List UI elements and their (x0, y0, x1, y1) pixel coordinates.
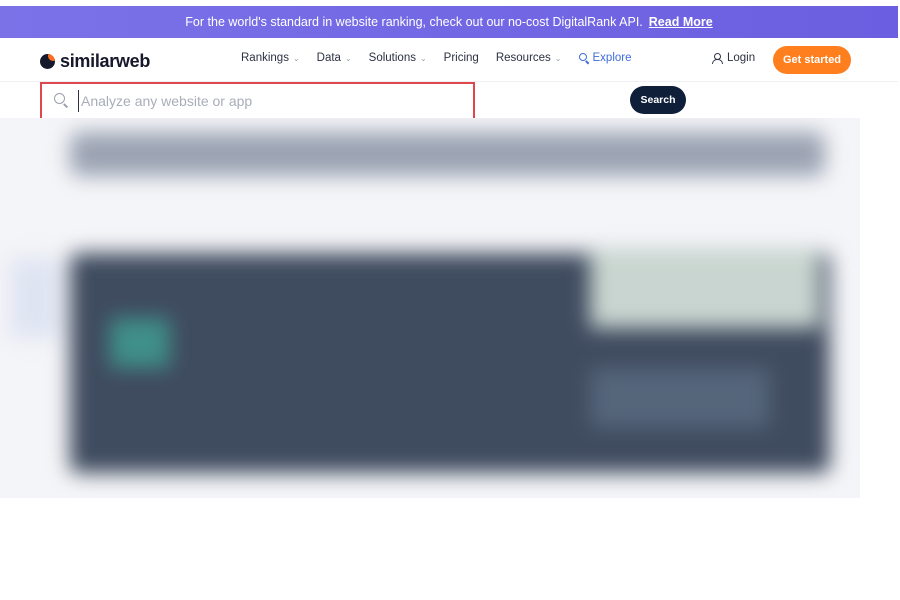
blurred-block (590, 248, 820, 328)
nav-item-label: Solutions (368, 52, 416, 64)
main-menu: Rankings ⌄ Data ⌄ Solutions ⌄ Pricing Re… (241, 52, 649, 64)
top-navigation: similarweb Rankings ⌄ Data ⌄ Solutions ⌄… (0, 38, 898, 82)
user-icon (712, 53, 723, 64)
login-link[interactable]: Login (712, 52, 755, 64)
similarweb-logo-icon (40, 54, 55, 69)
nav-item-solutions[interactable]: Solutions ⌄ (369, 52, 427, 64)
blurred-block (10, 258, 60, 338)
chevron-down-icon: ⌄ (344, 53, 352, 63)
page: For the world's standard in website rank… (0, 0, 900, 600)
banner-text: For the world's standard in website rank… (185, 15, 643, 29)
nav-item-pricing[interactable]: Pricing (444, 52, 479, 64)
chevron-down-icon: ⌄ (419, 53, 427, 63)
nav-item-data[interactable]: Data ⌄ (317, 52, 352, 64)
nav-item-label: Pricing (443, 52, 479, 64)
nav-item-label: Data (316, 52, 341, 64)
nav-item-rankings[interactable]: Rankings ⌄ (241, 52, 300, 64)
nav-item-label: Explore (592, 52, 632, 64)
chevron-down-icon: ⌄ (554, 53, 562, 63)
nav-item-label: Rankings (241, 52, 289, 64)
nav-item-label: Resources (495, 52, 551, 64)
chevron-down-icon: ⌄ (292, 53, 300, 63)
search-icon (54, 93, 70, 109)
logo[interactable]: similarweb (40, 51, 150, 72)
search-icon (578, 53, 589, 63)
blurred-block (110, 318, 170, 368)
blurred-content (0, 118, 860, 498)
blurred-block (590, 368, 770, 428)
nav-item-explore[interactable]: Explore (578, 52, 632, 64)
blurred-block (70, 132, 825, 176)
read-more-link[interactable]: Read More (649, 15, 713, 29)
search-button[interactable]: Search (630, 86, 686, 114)
search-bar-area: Search (0, 82, 898, 120)
promo-banner: For the world's standard in website rank… (0, 6, 898, 38)
blur-layer (0, 118, 860, 498)
search-box[interactable] (40, 82, 475, 120)
get-started-button[interactable]: Get started (773, 46, 851, 74)
login-label: Login (727, 52, 756, 64)
search-input[interactable] (78, 90, 458, 112)
nav-item-resources[interactable]: Resources ⌄ (496, 52, 562, 64)
logo-text: similarweb (60, 51, 151, 71)
